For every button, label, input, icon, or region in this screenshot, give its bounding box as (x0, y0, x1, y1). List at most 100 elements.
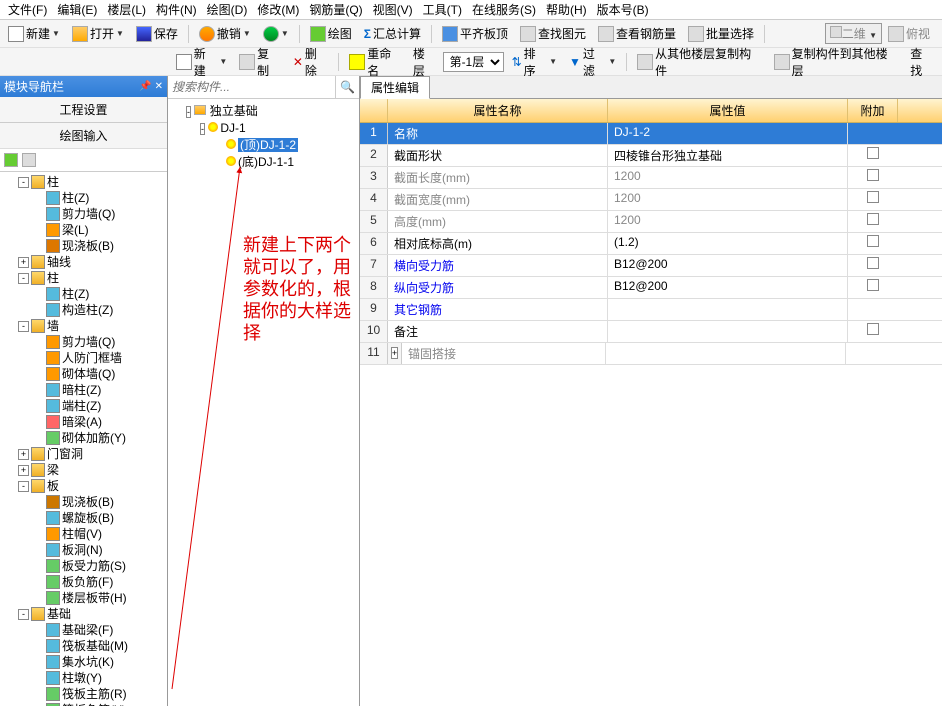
checkbox[interactable] (867, 323, 879, 335)
tree-item[interactable]: 现浇板(B) (30, 238, 165, 254)
tree-root[interactable]: 独立基础 (210, 104, 258, 118)
checkbox[interactable] (867, 235, 879, 247)
property-grid[interactable]: 1名称DJ-1-22截面形状四棱锥台形独立基础3截面长度(mm)12004截面宽… (360, 123, 942, 706)
tree-item[interactable]: 端柱(Z) (30, 398, 165, 414)
align-button[interactable]: 平齐板顶 (438, 23, 512, 44)
prop-extra[interactable] (848, 145, 898, 166)
prop-value[interactable]: 1200 (608, 167, 848, 188)
draw-button[interactable]: 绘图 (306, 23, 356, 44)
prop-value[interactable]: 1200 (608, 189, 848, 210)
tree-item[interactable]: 筏板基础(M) (30, 638, 165, 654)
tree-item[interactable]: 现浇板(B) (30, 494, 165, 510)
expander[interactable]: - (200, 123, 205, 135)
menu-version[interactable]: 版本号(B) (593, 1, 653, 18)
property-row[interactable]: 8纵向受力筋B12@200 (360, 277, 942, 299)
expander[interactable]: + (18, 449, 29, 460)
property-row[interactable]: 1名称DJ-1-2 (360, 123, 942, 145)
ortho-button[interactable]: 俯视 (884, 23, 934, 44)
prop-value[interactable]: DJ-1-2 (608, 123, 848, 144)
tree-item[interactable]: 集水坑(K) (30, 654, 165, 670)
property-row[interactable]: 11+锚固搭接 (360, 343, 942, 365)
nav-tree[interactable]: -柱柱(Z)剪力墙(Q)梁(L)现浇板(B)+轴线-柱柱(Z)构造柱(Z)-墙剪… (0, 172, 167, 706)
property-row[interactable]: 4截面宽度(mm)1200 (360, 189, 942, 211)
search-button[interactable]: 🔍 (335, 76, 359, 98)
tree-item[interactable]: 柱(Z) (30, 286, 165, 302)
prop-value[interactable] (608, 299, 848, 320)
prop-extra[interactable] (848, 277, 898, 298)
prop-value[interactable]: B12@200 (608, 255, 848, 276)
menu-edit[interactable]: 编辑(E) (53, 1, 101, 18)
component-tree[interactable]: - 独立基础 - DJ-1 (顶)DJ-1-2 (底)DJ-1-1 新建 (168, 99, 359, 706)
find-button[interactable]: 查找 (906, 43, 938, 81)
save-button[interactable]: 保存 (132, 23, 182, 44)
search-input[interactable] (168, 76, 335, 98)
property-row[interactable]: 9其它钢筋 (360, 299, 942, 321)
prop-extra[interactable] (848, 167, 898, 188)
prop-extra[interactable] (848, 189, 898, 210)
expander[interactable]: + (18, 257, 29, 268)
tree-item[interactable]: 筏板主筋(R) (30, 686, 165, 702)
tree-item[interactable]: 柱墩(Y) (30, 670, 165, 686)
menu-file[interactable]: 文件(F) (4, 1, 51, 18)
tree-item[interactable]: 剪力墙(Q) (30, 334, 165, 350)
property-row[interactable]: 5高度(mm)1200 (360, 211, 942, 233)
copyfromfloor-button[interactable]: 从其他楼层复制构件 (633, 43, 766, 81)
tree-item[interactable]: 构造柱(Z) (30, 302, 165, 318)
tree-item[interactable]: -柱 (16, 270, 165, 286)
prop-value[interactable]: (1.2) (608, 233, 848, 254)
tree-item[interactable]: -墙 (16, 318, 165, 334)
tree-item[interactable]: 基础梁(F) (30, 622, 165, 638)
sumcalc-button[interactable]: Σ 汇总计算 (360, 23, 425, 44)
prop-extra[interactable] (848, 255, 898, 276)
open-button[interactable]: 打开▼ (68, 23, 128, 44)
tree-node-top[interactable]: (顶)DJ-1-2 (238, 138, 298, 152)
prop-extra[interactable] (846, 343, 896, 364)
prop-extra[interactable] (848, 211, 898, 232)
tree-item[interactable]: +轴线 (16, 254, 165, 270)
expander[interactable]: - (18, 609, 29, 620)
prop-extra[interactable] (848, 123, 898, 144)
tab-property-edit[interactable]: 属性编辑 (360, 76, 430, 99)
tree-item[interactable]: 板负筋(F) (30, 574, 165, 590)
pin-icon[interactable]: 📌 ✕ (139, 81, 163, 92)
tree-item[interactable]: +梁 (16, 462, 165, 478)
expander[interactable]: - (18, 177, 29, 188)
checkbox[interactable] (867, 213, 879, 225)
tree-item[interactable]: 螺旋板(B) (30, 510, 165, 526)
prop-value[interactable] (608, 321, 848, 342)
tree-item[interactable]: 砌体墙(Q) (30, 366, 165, 382)
prop-extra[interactable] (848, 321, 898, 342)
prop-value[interactable]: B12@200 (608, 277, 848, 298)
tree-item[interactable]: +门窗洞 (16, 446, 165, 462)
property-row[interactable]: 6相对底标高(m)(1.2) (360, 233, 942, 255)
tree-item[interactable]: 柱(Z) (30, 190, 165, 206)
nav-plus-icon[interactable] (4, 153, 18, 167)
expander[interactable]: - (18, 481, 29, 492)
new2-button[interactable]: 新建▼ (172, 43, 231, 81)
prop-value[interactable]: 1200 (608, 211, 848, 232)
menu-help[interactable]: 帮助(H) (542, 1, 591, 18)
undo-button[interactable]: 撤销▼ (195, 23, 255, 44)
tree-item[interactable]: 板洞(N) (30, 542, 165, 558)
dim-select[interactable]: 二维 ▼ (825, 23, 882, 44)
tree-item[interactable]: 暗柱(Z) (30, 382, 165, 398)
menu-rebar[interactable]: 钢筋量(Q) (305, 1, 366, 18)
copy-button[interactable]: 复制 (235, 43, 285, 81)
filter-button[interactable]: ▼过滤▼ (565, 43, 620, 81)
tree-item[interactable]: 板受力筋(S) (30, 558, 165, 574)
checkbox[interactable] (867, 147, 879, 159)
findview-button[interactable]: 查找图元 (516, 23, 590, 44)
tab-engineering[interactable]: 工程设置 (0, 97, 167, 123)
tree-item[interactable]: 人防门框墙 (30, 350, 165, 366)
menu-view[interactable]: 视图(V) (369, 1, 417, 18)
property-row[interactable]: 7横向受力筋B12@200 (360, 255, 942, 277)
tab-drawinput[interactable]: 绘图输入 (0, 123, 167, 149)
tree-item[interactable]: 筏板负筋(X) (30, 702, 165, 706)
expand-plus[interactable]: + (388, 343, 402, 364)
prop-value[interactable]: 四棱锥台形独立基础 (608, 145, 848, 166)
tree-item[interactable]: 砌体加筋(Y) (30, 430, 165, 446)
expander[interactable]: - (18, 273, 29, 284)
checkbox[interactable] (867, 169, 879, 181)
menu-floor[interactable]: 楼层(L) (103, 1, 150, 18)
menu-draw[interactable]: 绘图(D) (203, 1, 252, 18)
